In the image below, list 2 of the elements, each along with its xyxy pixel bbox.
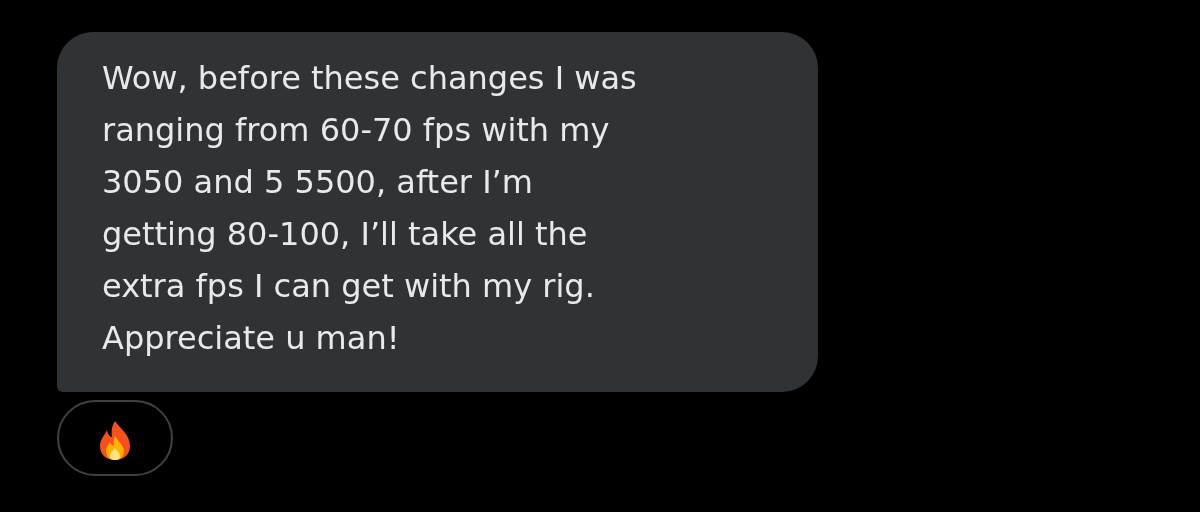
- fire-icon: [98, 420, 132, 460]
- message-bubble: Wow, before these changes I was ranging from 60-70 fps with my 3050 and 5 5500, after I’m getting 80-100, I’ll take all the extra fps I can get with my rig. Appreciate u man!: [57, 32, 818, 392]
